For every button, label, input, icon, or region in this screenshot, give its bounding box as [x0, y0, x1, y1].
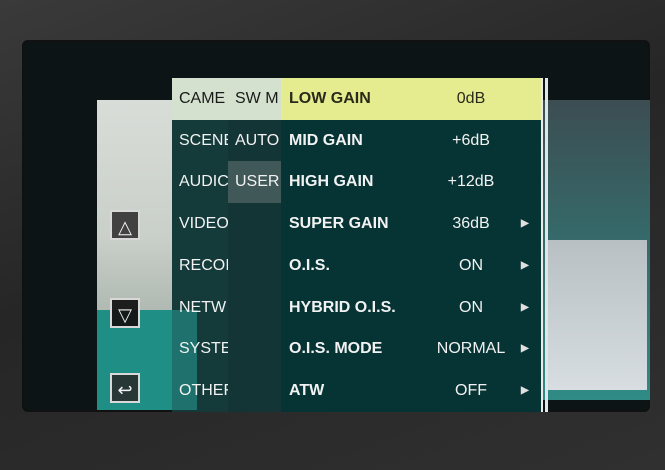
- lcd-screen: △ ▽ ↩ CAMESCENEAUDICVIDEORECOINETWSYSTEO…: [22, 40, 650, 412]
- main-menu-item[interactable]: AUDIC: [172, 161, 228, 203]
- setting-value: OFF: [455, 381, 487, 399]
- main-menu-item[interactable]: CAME: [172, 78, 228, 120]
- setting-value: ON: [459, 298, 483, 316]
- chevron-right-icon: ▶: [521, 259, 529, 271]
- main-menu-item[interactable]: NETW: [172, 287, 228, 329]
- setting-value: +12dB: [447, 173, 495, 191]
- setting-value: 36dB: [452, 215, 490, 233]
- setting-row[interactable]: SUPER GAIN 36dB ▶: [281, 203, 541, 245]
- setting-label: LOW GAIN: [289, 90, 371, 107]
- chevron-right-icon: ▶: [521, 384, 529, 396]
- setting-label: MID GAIN: [289, 131, 363, 149]
- setting-label: O.I.S. MODE: [289, 340, 383, 358]
- chevron-right-icon: ▶: [521, 301, 529, 313]
- chevron-right-icon: ▶: [521, 218, 529, 230]
- setting-value: 0dB: [456, 90, 486, 107]
- sub-menu-item[interactable]: USER: [228, 161, 281, 204]
- setting-row[interactable]: MID GAIN +6dB: [281, 120, 541, 162]
- scroll-up-button[interactable]: △: [110, 210, 140, 240]
- setting-label: O.I.S.: [289, 256, 330, 274]
- setting-value: ON: [459, 256, 483, 274]
- setting-row[interactable]: HIGH GAIN +12dB: [281, 161, 541, 203]
- setting-label: HYBRID O.I.S.: [289, 298, 396, 316]
- setting-label: ATW: [289, 381, 325, 399]
- main-menu-item[interactable]: SYSTE: [172, 328, 228, 370]
- chevron-right-icon: ▶: [521, 343, 529, 355]
- main-menu-item[interactable]: RECOI: [172, 245, 228, 287]
- setting-row[interactable]: O.I.S. MODE NORMAL ▶: [281, 328, 541, 370]
- menu-divider: [545, 78, 548, 412]
- setting-label: HIGH GAIN: [289, 173, 374, 191]
- setting-row[interactable]: ATW OFF ▶: [281, 370, 541, 412]
- scroll-down-button[interactable]: ▽: [110, 298, 140, 328]
- setting-row[interactable]: LOW GAIN 0dB: [281, 78, 541, 120]
- main-menu-item[interactable]: SCENE: [172, 120, 228, 162]
- sub-menu: SW M AUTO USER: [228, 78, 281, 412]
- main-menu-item[interactable]: OTHEF: [172, 370, 228, 412]
- back-button[interactable]: ↩: [110, 373, 140, 403]
- sub-menu-item[interactable]: AUTO: [228, 120, 281, 162]
- setting-row[interactable]: O.I.S. ON ▶: [281, 245, 541, 287]
- sub-menu-item[interactable]: SW M: [228, 78, 281, 120]
- setting-label: SUPER GAIN: [289, 215, 389, 233]
- setting-value: +6dB: [452, 131, 490, 149]
- live-view-right-object: [547, 240, 647, 390]
- main-menu: CAMESCENEAUDICVIDEORECOINETWSYSTEOTHEF: [172, 78, 228, 412]
- main-menu-item[interactable]: VIDEO: [172, 203, 228, 245]
- setting-value: NORMAL: [436, 340, 506, 358]
- setting-row[interactable]: HYBRID O.I.S. ON ▶: [281, 287, 541, 329]
- settings-list: LOW GAIN 0dB MID GAIN +6dB HIGH GAIN +12dB SUP…: [281, 78, 543, 412]
